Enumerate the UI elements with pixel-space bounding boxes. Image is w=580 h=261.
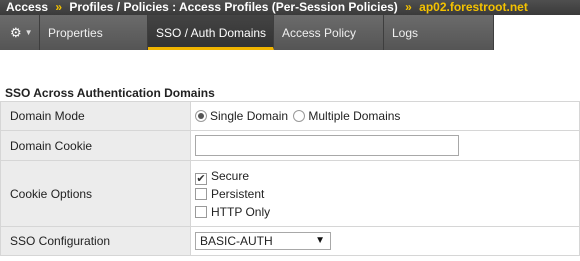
domain-cookie-label: Domain Cookie	[0, 130, 191, 161]
chevron-down-icon: ▼	[24, 28, 33, 37]
sso-configuration-selected: BASIC-AUTH	[200, 234, 273, 248]
row-domain-mode: Domain Mode Single Domain Multiple Domai…	[0, 101, 580, 131]
tab-bar: ⚙ ▼ Properties SSO / Auth Domains Access …	[0, 15, 580, 50]
breadcrumb-root[interactable]: Access	[6, 0, 48, 14]
breadcrumb-host[interactable]: ap02.forestroot.net	[419, 0, 528, 14]
gear-icon: ⚙	[10, 25, 22, 40]
http-only-option: HTTP Only	[195, 203, 579, 221]
cookie-options-label: Cookie Options	[0, 160, 191, 227]
breadcrumb-separator: »	[55, 0, 63, 14]
domain-cookie-input[interactable]	[195, 135, 459, 156]
persistent-label[interactable]: Persistent	[211, 187, 264, 201]
tab-label: Logs	[392, 26, 419, 40]
breadcrumb-separator: »	[405, 0, 412, 14]
tab-sso-auth-domains[interactable]: SSO / Auth Domains	[148, 15, 274, 50]
single-domain-radio[interactable]	[195, 110, 207, 122]
domain-mode-value: Single Domain Multiple Domains	[190, 101, 580, 131]
sso-settings-table: Domain Mode Single Domain Multiple Domai…	[0, 101, 580, 256]
http-only-checkbox[interactable]	[195, 205, 207, 218]
sso-configuration-label: SSO Configuration	[0, 226, 191, 256]
breadcrumb-page[interactable]: Profiles / Policies : Access Profiles (P…	[69, 0, 397, 14]
sso-configuration-value: BASIC-AUTH ▼	[190, 226, 580, 256]
row-cookie-options: Cookie Options ✔ Secure Persistent HTTP O…	[0, 160, 580, 227]
single-domain-label[interactable]: Single Domain	[210, 109, 288, 123]
dropdown-arrow-icon: ▼	[315, 235, 325, 246]
domain-cookie-value	[190, 130, 580, 161]
tab-access-policy[interactable]: Access Policy	[274, 15, 384, 50]
tab-label: Properties	[48, 26, 103, 40]
tab-strip: ⚙ ▼ Properties SSO / Auth Domains Access …	[0, 15, 494, 50]
tab-logs[interactable]: Logs	[384, 15, 494, 50]
persistent-checkbox[interactable]	[195, 187, 207, 200]
secure-option: ✔ Secure	[195, 167, 579, 185]
breadcrumb: Access » Profiles / Policies : Access Pr…	[0, 0, 580, 15]
persistent-option: Persistent	[195, 185, 579, 203]
cookie-options-value: ✔ Secure Persistent HTTP Only	[190, 160, 580, 227]
tab-label: SSO / Auth Domains	[156, 26, 267, 40]
multiple-domains-radio[interactable]	[293, 110, 306, 122]
tab-properties[interactable]: Properties	[40, 15, 148, 50]
http-only-label[interactable]: HTTP Only	[211, 205, 270, 219]
multiple-domains-label[interactable]: Multiple Domains	[308, 109, 400, 123]
domain-mode-label: Domain Mode	[0, 101, 191, 131]
settings-menu-button[interactable]: ⚙ ▼	[0, 15, 40, 50]
section-title: SSO Across Authentication Domains	[5, 86, 215, 100]
secure-checkbox[interactable]: ✔	[195, 172, 207, 185]
tab-label: Access Policy	[282, 26, 357, 40]
row-domain-cookie: Domain Cookie	[0, 130, 580, 161]
secure-label[interactable]: Secure	[211, 169, 249, 183]
sso-configuration-select[interactable]: BASIC-AUTH ▼	[195, 232, 331, 250]
row-sso-configuration: SSO Configuration BASIC-AUTH ▼	[0, 226, 580, 256]
